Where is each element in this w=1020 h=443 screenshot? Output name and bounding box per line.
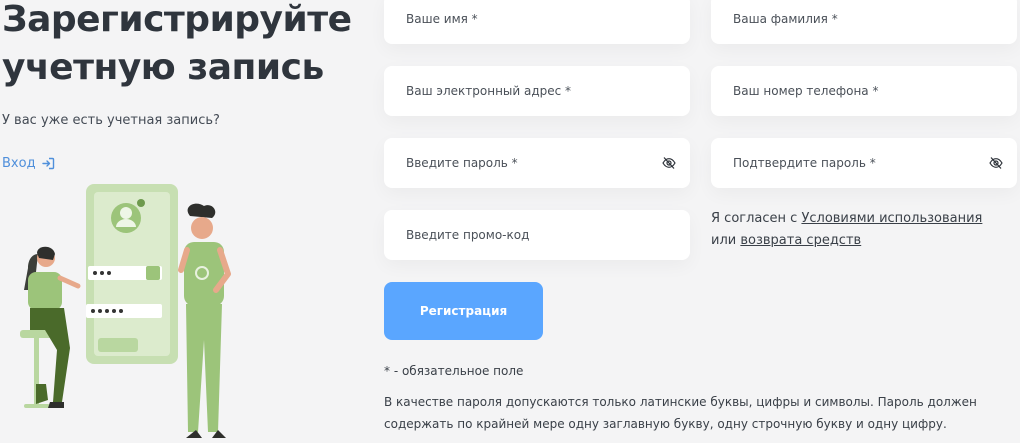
last-name-field-box: [711, 0, 1017, 44]
password-input[interactable]: [406, 138, 652, 188]
login-link-label: Вход: [2, 156, 36, 171]
login-prompt: У вас уже есть учетная запись?: [2, 113, 220, 128]
confirm-password-input[interactable]: [733, 138, 979, 188]
page-title-line2: учетную запись: [2, 47, 324, 88]
page-title: Зарегистрируйте учетную запись: [2, 0, 352, 92]
page-title-line1: Зарегистрируйте: [2, 0, 352, 40]
hide-confirm-password-icon[interactable]: [989, 156, 1003, 170]
agree-or: или: [711, 233, 741, 248]
phone-field-box: [711, 66, 1017, 116]
password-rules-note: В качестве пароля допускаются только лат…: [384, 395, 977, 431]
sign-in-icon: [41, 157, 54, 170]
login-link[interactable]: Вход: [2, 156, 55, 171]
password-field-box: [384, 138, 690, 188]
first-name-field-box: [384, 0, 690, 44]
intro-panel: Зарегистрируйте учетную запись У вас уже…: [0, 0, 360, 443]
promo-field-box: [384, 210, 690, 260]
registration-illustration: [20, 184, 231, 438]
first-name-input[interactable]: [406, 0, 652, 44]
promo-code-input[interactable]: [406, 210, 652, 260]
terms-link[interactable]: Условиями использования: [801, 211, 982, 226]
confirm-password-field-box: [711, 138, 1017, 188]
email-field-box: [384, 66, 690, 116]
terms-agreement: Я согласен с Условиями использования или…: [711, 208, 1001, 252]
required-field-note: * - обязательное поле: [384, 364, 524, 378]
hide-password-icon[interactable]: [662, 156, 676, 170]
last-name-input[interactable]: [733, 0, 979, 44]
email-input[interactable]: [406, 66, 652, 116]
register-button[interactable]: Регистрация: [384, 282, 543, 340]
phone-input[interactable]: [733, 66, 979, 116]
agree-prefix: Я согласен с: [711, 211, 802, 226]
refund-link[interactable]: возврата средств: [740, 233, 861, 248]
